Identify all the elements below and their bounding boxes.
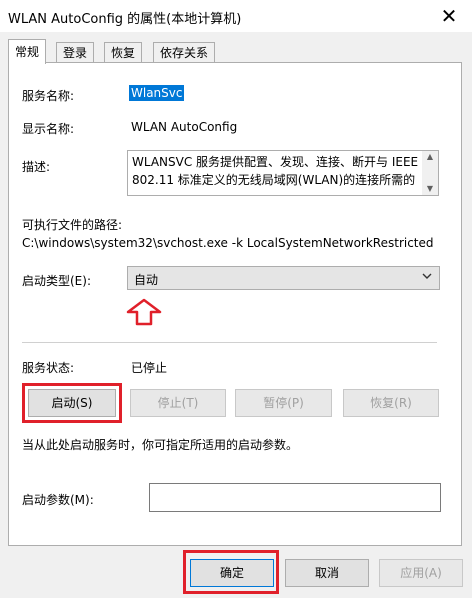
scroll-up-icon[interactable]: ▲ bbox=[422, 151, 438, 163]
description-text: WLANSVC 服务提供配置、发现、连接、断开与 IEEE 802.11 标准定… bbox=[132, 155, 419, 187]
section-divider bbox=[22, 342, 437, 343]
startup-type-value: 自动 bbox=[134, 273, 159, 287]
tab-recovery[interactable]: 恢复 bbox=[104, 42, 143, 63]
exe-path-value: C:\windows\system32\svchost.exe -k Local… bbox=[22, 236, 434, 250]
annotation-arrow-icon bbox=[125, 298, 163, 329]
startup-type-label: 启动类型(E): bbox=[22, 274, 91, 288]
close-icon[interactable]: ✕ bbox=[434, 4, 464, 28]
tab-logon[interactable]: 登录 bbox=[56, 42, 95, 63]
scroll-down-icon[interactable]: ▼ bbox=[422, 183, 438, 195]
description-box[interactable]: WLANSVC 服务提供配置、发现、连接、断开与 IEEE 802.11 标准定… bbox=[127, 150, 439, 196]
startup-type-select[interactable]: 自动 bbox=[127, 266, 440, 290]
display-name-label: 显示名称: bbox=[22, 122, 75, 136]
description-label: 描述: bbox=[22, 160, 51, 174]
tab-general[interactable]: 常规 bbox=[8, 39, 47, 64]
description-scrollbar[interactable]: ▲ ▼ bbox=[422, 151, 438, 195]
display-name-value: WLAN AutoConfig bbox=[131, 120, 238, 134]
title-bar: WLAN AutoConfig 的属性(本地计算机) ✕ bbox=[0, 0, 472, 32]
start-params-label: 启动参数(M): bbox=[22, 493, 94, 507]
exe-path-label: 可执行文件的路径: bbox=[22, 218, 123, 232]
resume-button[interactable]: 恢复(R) bbox=[343, 389, 439, 417]
pause-button[interactable]: 暂停(P) bbox=[235, 389, 332, 417]
start-params-input[interactable] bbox=[149, 483, 441, 512]
apply-button[interactable]: 应用(A) bbox=[379, 559, 463, 587]
stop-button[interactable]: 停止(T) bbox=[130, 389, 226, 417]
ok-button-highlight bbox=[183, 550, 279, 594]
start-button-highlight bbox=[22, 383, 122, 423]
chevron-down-icon bbox=[421, 270, 433, 285]
tab-dependencies[interactable]: 依存关系 bbox=[153, 42, 216, 63]
general-panel bbox=[8, 62, 462, 546]
start-params-hint: 当从此处启动服务时，你可指定所适用的启动参数。 bbox=[22, 438, 299, 452]
service-status-value: 已停止 bbox=[131, 361, 168, 375]
service-status-label: 服务状态: bbox=[22, 361, 75, 375]
service-name-label: 服务名称: bbox=[22, 89, 75, 103]
service-name-text: WlanSvc bbox=[129, 85, 185, 101]
service-name-value[interactable]: WlanSvc bbox=[129, 85, 185, 101]
cancel-button[interactable]: 取消 bbox=[285, 559, 369, 587]
window-title: WLAN AutoConfig 的属性(本地计算机) bbox=[8, 12, 242, 27]
